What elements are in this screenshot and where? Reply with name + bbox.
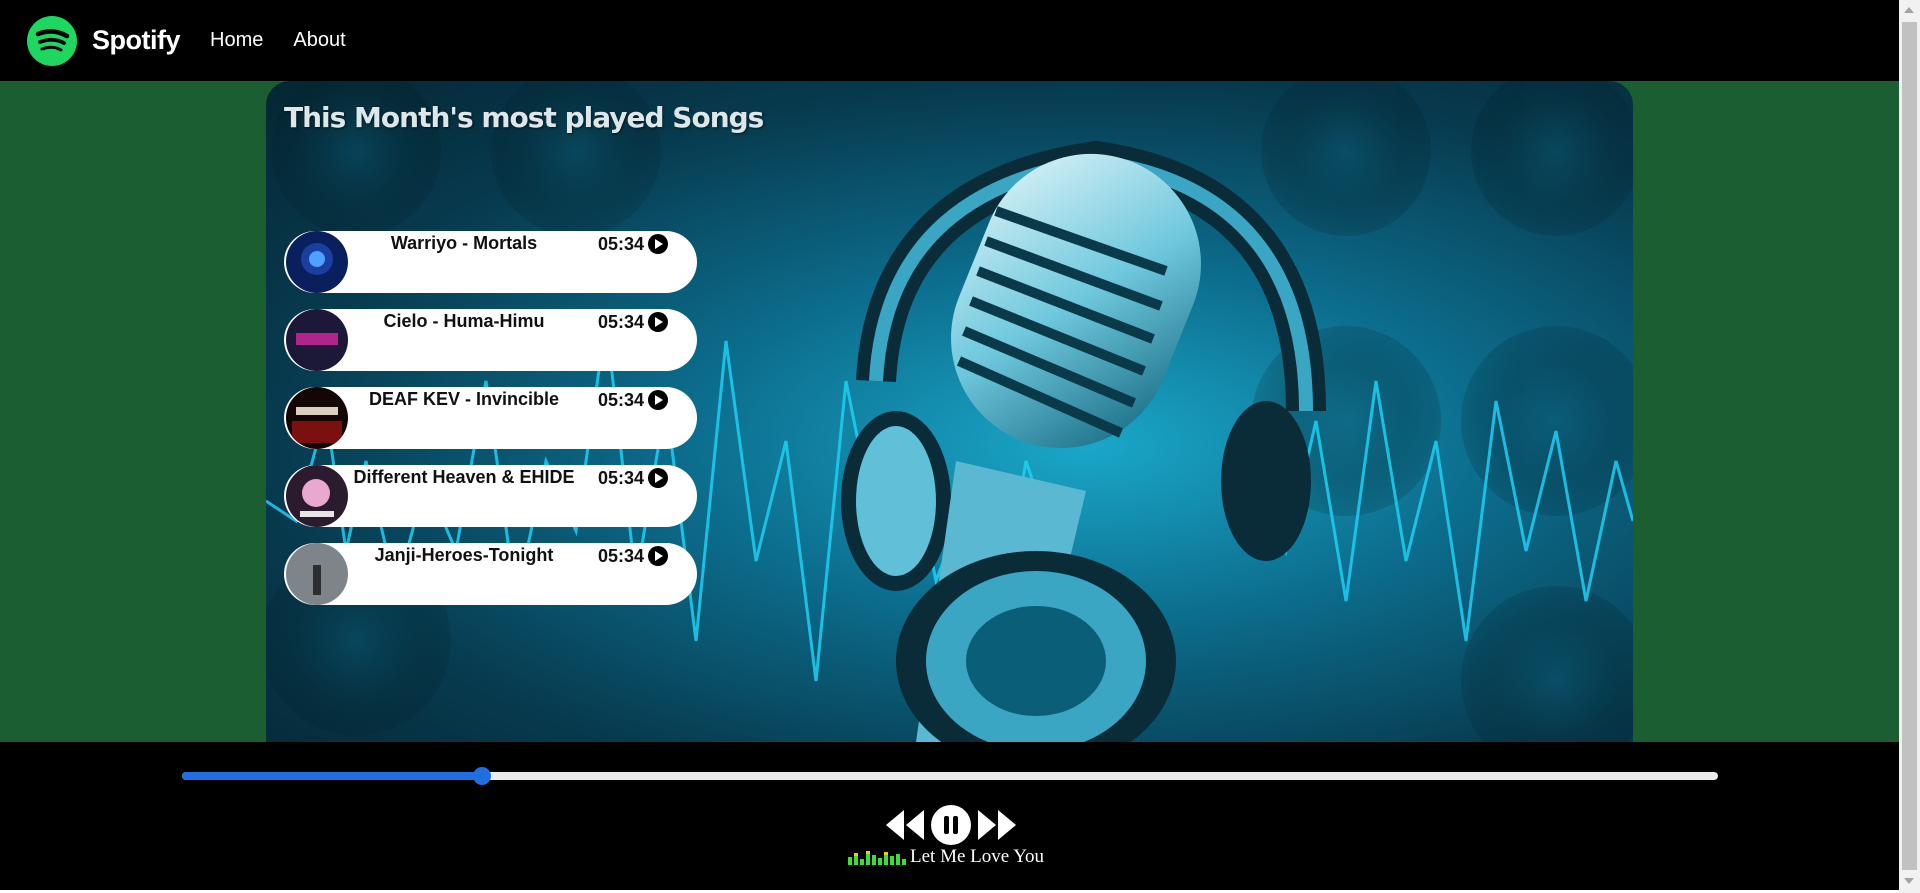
song-cover xyxy=(286,309,348,371)
song-name: Janji-Heroes-Tonight xyxy=(374,545,554,565)
song-name: DEAF KEV - Invincible xyxy=(368,389,560,409)
nav-link-home[interactable]: Home xyxy=(210,29,263,52)
next-icon[interactable] xyxy=(976,808,1018,842)
song-cover xyxy=(286,387,348,449)
scroll-thumb[interactable] xyxy=(1902,22,1917,870)
song-item[interactable]: Different Heaven & EHIDE 05:34 xyxy=(284,465,697,527)
brand-name: Spotify xyxy=(92,25,181,55)
song-item[interactable]: Warriyo - Mortals 05:34 xyxy=(284,231,697,293)
page: Spotify Home About This Month's most pla… xyxy=(0,0,1899,893)
pause-icon[interactable] xyxy=(930,804,972,846)
player-bar: Let Me Love You xyxy=(0,742,1899,890)
song-list: Warriyo - Mortals 05:34 Cielo - Huma-Him… xyxy=(284,231,697,621)
logo[interactable]: Spotify xyxy=(27,15,181,66)
song-duration: 05:34 xyxy=(598,312,645,332)
song-cover xyxy=(286,231,348,293)
song-name: Cielo - Huma-Himu xyxy=(383,311,545,331)
song-duration: 05:34 xyxy=(598,546,645,566)
main-section: This Month's most played Songs Warriyo -… xyxy=(0,81,1899,742)
progress-fill xyxy=(182,772,482,780)
nav-link-about[interactable]: About xyxy=(293,29,345,52)
now-playing-title: Let Me Love You xyxy=(910,846,1045,867)
song-duration: 05:34 xyxy=(598,468,645,488)
song-cover xyxy=(286,465,348,527)
play-circle-icon[interactable] xyxy=(648,546,668,566)
play-circle-icon[interactable] xyxy=(648,312,668,332)
page-title: This Month's most played Songs xyxy=(284,101,764,134)
equalizer-icon xyxy=(848,851,906,865)
player-controls xyxy=(882,804,1020,846)
play-circle-icon[interactable] xyxy=(648,390,668,410)
songs-panel: This Month's most played Songs Warriyo -… xyxy=(266,81,1633,742)
song-duration: 05:34 xyxy=(598,390,645,410)
song-cover xyxy=(286,543,348,605)
vertical-scrollbar[interactable] xyxy=(1899,0,1920,893)
song-item[interactable]: DEAF KEV - Invincible 05:34 xyxy=(284,387,697,449)
play-circle-icon[interactable] xyxy=(648,234,668,254)
song-item[interactable]: Cielo - Huma-Himu 05:34 xyxy=(284,309,697,371)
song-name: Different Heaven & EHIDE xyxy=(353,467,575,487)
scroll-up-icon[interactable] xyxy=(1904,7,1914,13)
progress-slider[interactable] xyxy=(182,767,1718,785)
play-circle-icon[interactable] xyxy=(648,468,668,488)
now-playing: Let Me Love You xyxy=(848,846,1044,868)
navbar: Spotify Home About xyxy=(0,0,1899,81)
previous-icon[interactable] xyxy=(884,808,926,842)
song-item[interactable]: Janji-Heroes-Tonight 05:34 xyxy=(284,543,697,605)
scroll-down-icon[interactable] xyxy=(1904,878,1914,884)
spotify-logo-icon xyxy=(27,15,77,66)
progress-thumb[interactable] xyxy=(472,767,491,785)
song-name: Warriyo - Mortals xyxy=(390,233,538,253)
song-duration: 05:34 xyxy=(598,234,645,254)
